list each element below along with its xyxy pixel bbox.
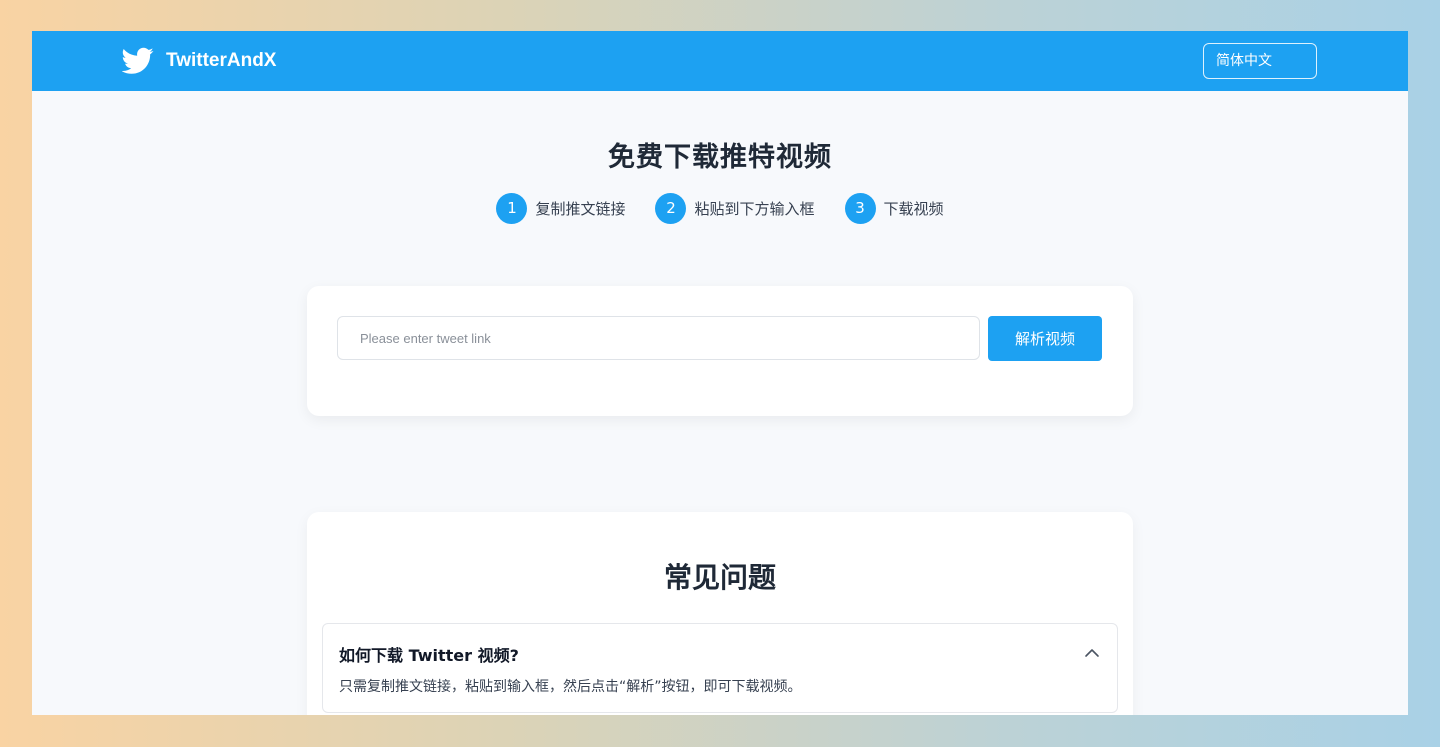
step-item: 3 下载视频: [844, 193, 944, 224]
step-item: 2 粘贴到下方输入框: [655, 193, 815, 224]
parse-video-button[interactable]: 解析视频: [988, 316, 1102, 361]
step-number-badge: 3: [844, 193, 876, 224]
faq-section: 常见问题 如何下载 Twitter 视频? 只需复制推文链接，粘贴到输入框，然后…: [307, 512, 1133, 715]
faq-title: 常见问题: [663, 561, 776, 594]
brand-name: TwitterAndX: [166, 50, 277, 71]
search-card: 解析视频: [307, 286, 1133, 416]
chevron-up-icon[interactable]: [1083, 644, 1101, 662]
language-select-button[interactable]: 简体中文: [1203, 43, 1317, 79]
faq-question[interactable]: 如何下载 Twitter 视频?: [339, 642, 519, 666]
step-label: 粘贴到下方输入框: [694, 200, 815, 218]
step-label: 复制推文链接: [535, 200, 626, 218]
faq-answer: 只需复制推文链接，粘贴到输入框，然后点击“解析”按钮，即可下载视频。: [339, 679, 802, 695]
twitter-bird-icon: [122, 47, 154, 74]
page-title: 免费下载推特视频: [608, 142, 832, 173]
step-number-badge: 2: [655, 193, 687, 224]
browser-viewport: TwitterAndX 简体中文 免费下载推特视频 1 复制推文链接 2 粘贴到…: [32, 31, 1408, 715]
tweet-link-input[interactable]: [337, 316, 980, 360]
faq-item[interactable]: 如何下载 Twitter 视频? 只需复制推文链接，粘贴到输入框，然后点击“解析…: [322, 623, 1118, 713]
step-item: 1 复制推文链接: [496, 193, 625, 224]
brand-logo-link[interactable]: TwitterAndX: [122, 45, 276, 77]
step-label: 下载视频: [883, 200, 944, 218]
steps-list: 1 复制推文链接 2 粘贴到下方输入框 3 下载视频: [32, 193, 1408, 224]
top-navbar: TwitterAndX 简体中文: [32, 31, 1408, 91]
step-number-badge: 1: [496, 193, 528, 224]
